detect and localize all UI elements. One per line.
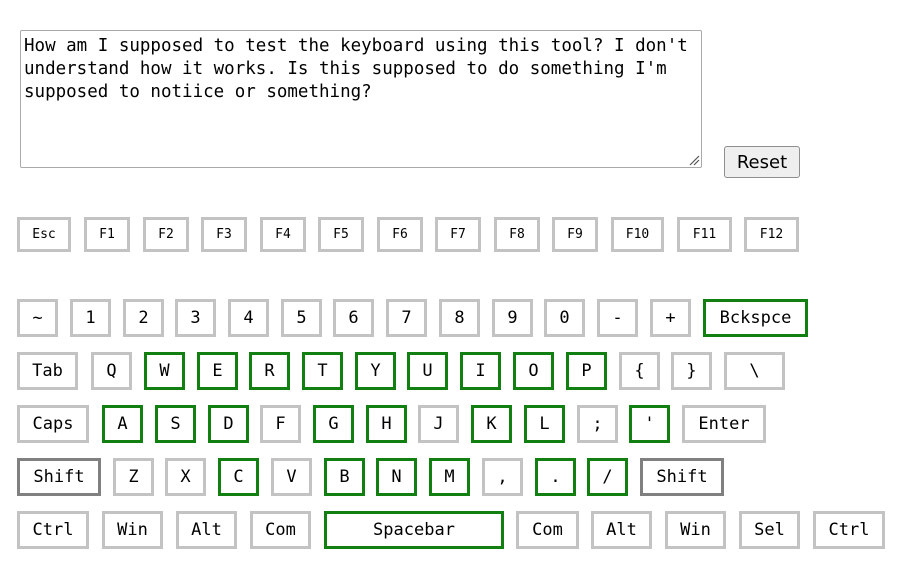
- key-minus[interactable]: -: [597, 299, 638, 337]
- key-com[interactable]: Com: [250, 511, 311, 549]
- key-q[interactable]: Q: [91, 352, 132, 390]
- key-comma[interactable]: ,: [482, 458, 523, 496]
- key-f4[interactable]: F4: [260, 217, 306, 252]
- key-8[interactable]: 8: [439, 299, 480, 337]
- key-e[interactable]: E: [197, 352, 238, 390]
- key-f5[interactable]: F5: [318, 217, 364, 252]
- key-lbrace[interactable]: {: [619, 352, 660, 390]
- key-ctrl[interactable]: Ctrl: [17, 511, 89, 549]
- key-f3[interactable]: F3: [201, 217, 247, 252]
- key-w[interactable]: W: [144, 352, 185, 390]
- key-com[interactable]: Com: [516, 511, 579, 549]
- reset-button[interactable]: Reset: [724, 146, 800, 178]
- key-rbrace[interactable]: }: [671, 352, 712, 390]
- key-l[interactable]: L: [524, 405, 565, 443]
- key-5[interactable]: 5: [281, 299, 322, 337]
- key-slash[interactable]: /: [587, 458, 628, 496]
- key-tilde[interactable]: ~: [17, 299, 58, 337]
- key-f9[interactable]: F9: [552, 217, 598, 252]
- key-m[interactable]: M: [429, 458, 470, 496]
- key-u[interactable]: U: [407, 352, 448, 390]
- key-f11[interactable]: F11: [677, 217, 732, 252]
- key-c[interactable]: C: [218, 458, 259, 496]
- key-d[interactable]: D: [208, 405, 249, 443]
- key-g[interactable]: G: [313, 405, 354, 443]
- key-b[interactable]: B: [324, 458, 365, 496]
- key-ctrl[interactable]: Ctrl: [813, 511, 885, 549]
- key-y[interactable]: Y: [355, 352, 396, 390]
- key-enter[interactable]: Enter: [682, 405, 766, 443]
- key-p[interactable]: P: [566, 352, 607, 390]
- key-spacebar[interactable]: Spacebar: [324, 511, 504, 549]
- key-backslash[interactable]: \: [724, 352, 785, 390]
- text-input[interactable]: [20, 30, 702, 168]
- key-3[interactable]: 3: [175, 299, 216, 337]
- key-z[interactable]: Z: [113, 458, 154, 496]
- key-f10[interactable]: F10: [611, 217, 664, 252]
- key-win[interactable]: Win: [102, 511, 163, 549]
- key-f[interactable]: F: [260, 405, 301, 443]
- key-f7[interactable]: F7: [435, 217, 481, 252]
- key-quote[interactable]: ': [629, 405, 670, 443]
- key-caps[interactable]: Caps: [17, 405, 89, 443]
- key-0[interactable]: 0: [544, 299, 585, 337]
- key-period[interactable]: .: [535, 458, 576, 496]
- key-o[interactable]: O: [513, 352, 554, 390]
- key-sel[interactable]: Sel: [739, 511, 800, 549]
- key-plus[interactable]: +: [650, 299, 691, 337]
- key-semicolon[interactable]: ;: [577, 405, 618, 443]
- key-shift[interactable]: Shift: [17, 458, 101, 496]
- key-bckspce[interactable]: Bckspce: [703, 299, 808, 337]
- key-2[interactable]: 2: [123, 299, 164, 337]
- key-f2[interactable]: F2: [143, 217, 189, 252]
- key-a[interactable]: A: [102, 405, 143, 443]
- key-esc[interactable]: Esc: [17, 217, 71, 252]
- key-f8[interactable]: F8: [494, 217, 540, 252]
- key-win[interactable]: Win: [665, 511, 726, 549]
- key-4[interactable]: 4: [228, 299, 269, 337]
- key-6[interactable]: 6: [333, 299, 374, 337]
- key-n[interactable]: N: [376, 458, 417, 496]
- key-s[interactable]: S: [155, 405, 196, 443]
- key-f12[interactable]: F12: [744, 217, 799, 252]
- key-r[interactable]: R: [249, 352, 290, 390]
- key-t[interactable]: T: [302, 352, 343, 390]
- key-k[interactable]: K: [471, 405, 512, 443]
- key-9[interactable]: 9: [492, 299, 533, 337]
- key-shift[interactable]: Shift: [640, 458, 724, 496]
- key-f1[interactable]: F1: [84, 217, 130, 252]
- resize-handle-icon[interactable]: [688, 154, 700, 166]
- key-7[interactable]: 7: [386, 299, 427, 337]
- key-h[interactable]: H: [366, 405, 407, 443]
- key-j[interactable]: J: [418, 405, 459, 443]
- key-tab[interactable]: Tab: [17, 352, 78, 390]
- key-v[interactable]: V: [271, 458, 312, 496]
- key-1[interactable]: 1: [70, 299, 111, 337]
- key-f6[interactable]: F6: [377, 217, 423, 252]
- key-alt[interactable]: Alt: [591, 511, 652, 549]
- key-x[interactable]: X: [165, 458, 206, 496]
- key-alt[interactable]: Alt: [176, 511, 237, 549]
- key-i[interactable]: I: [460, 352, 501, 390]
